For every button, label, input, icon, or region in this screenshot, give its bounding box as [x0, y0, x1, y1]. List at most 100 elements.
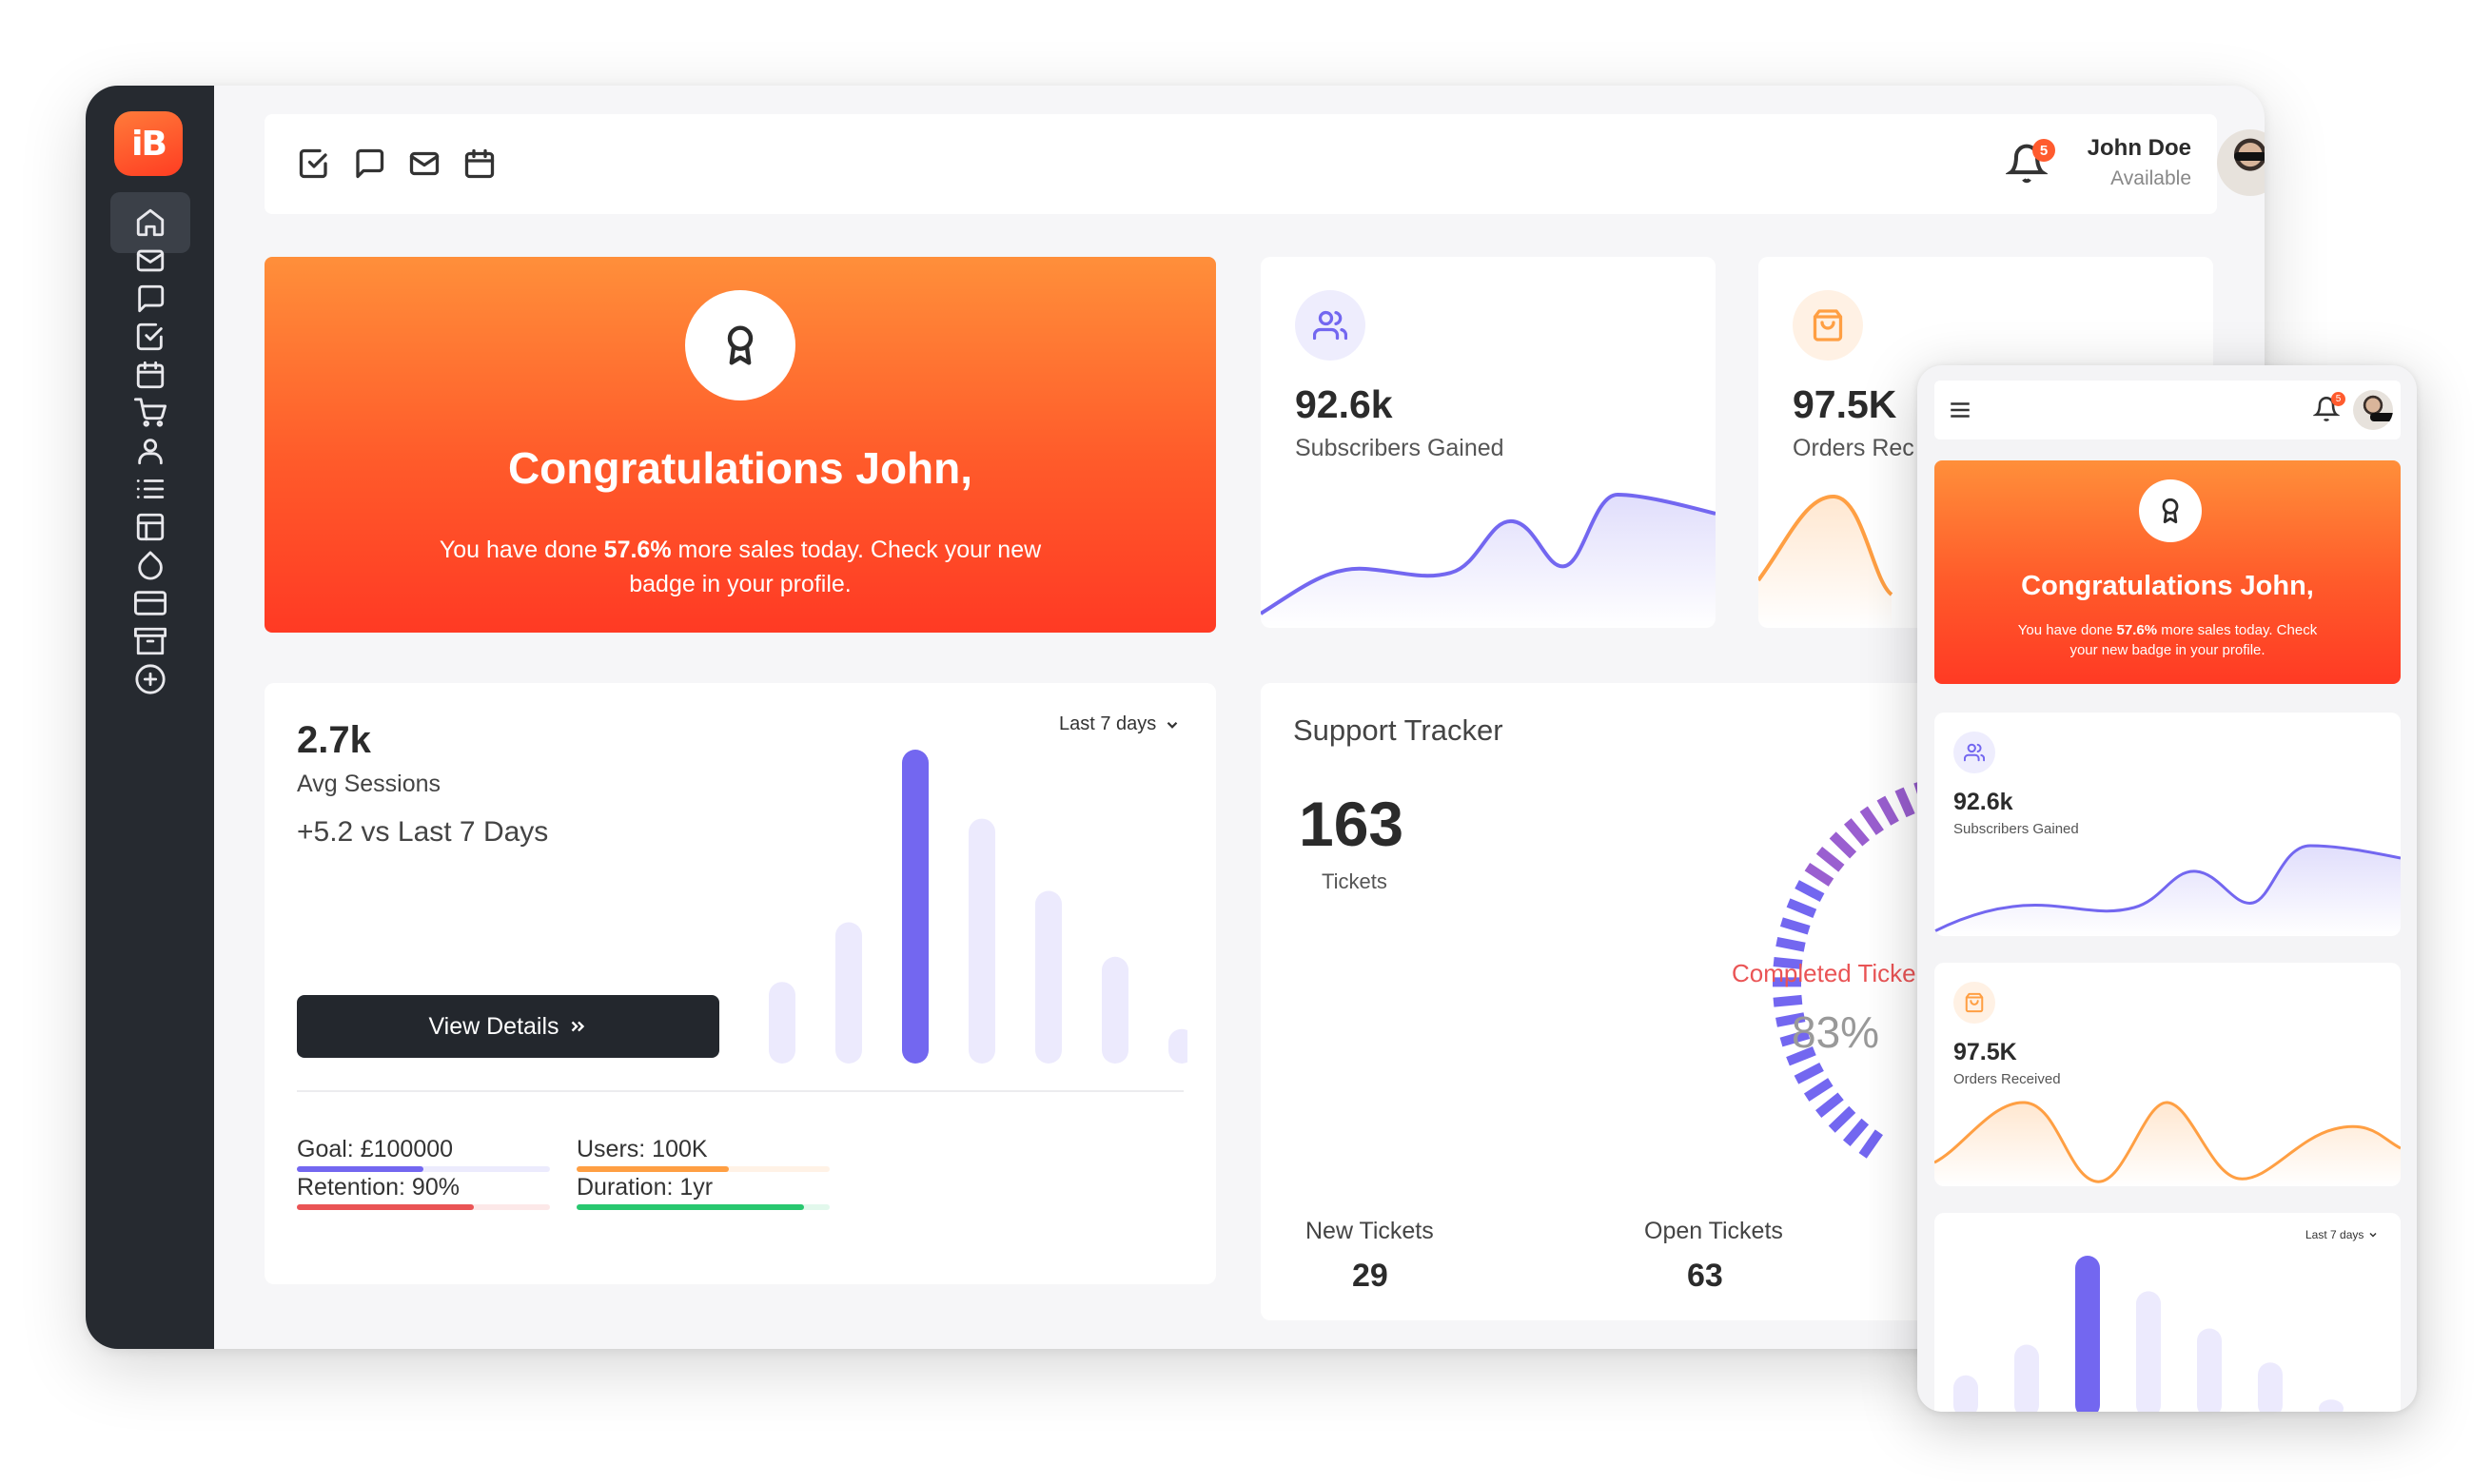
checkbox-icon	[299, 148, 327, 179]
mail-shortcut[interactable]	[407, 146, 441, 181]
mobile-session-bar-2	[2014, 1344, 2039, 1412]
gauge-tick-21	[1859, 806, 1884, 835]
progress-fill-2	[577, 1166, 729, 1172]
mobile-sessions-bar-chart	[1953, 1256, 2344, 1412]
gauge-tick-2	[1842, 1118, 1870, 1147]
mobile-avatar[interactable]	[2353, 390, 2393, 430]
congratulations-card: Congratulations John, You have done 57.6…	[265, 257, 1216, 633]
calendar-shortcut[interactable]	[462, 146, 497, 181]
open-tickets-label: Open Tickets	[1644, 1218, 1783, 1244]
mobile-orders-value: 97.5K	[1953, 1039, 2017, 1065]
users-icon	[1313, 310, 1347, 341]
session-bar-6	[1102, 956, 1128, 1064]
shopping-bag-icon	[1813, 309, 1843, 342]
sidebar-item-add[interactable]	[110, 649, 190, 710]
user-status: Available	[2110, 167, 2191, 189]
chevrons-right-icon	[571, 1021, 584, 1032]
mail-icon	[409, 151, 440, 176]
top-bar: 5 John Doe Available	[265, 114, 2265, 214]
avatar[interactable]	[2217, 129, 2265, 196]
mobile-congratulations-card: Congratulations John, You have done 57.6…	[1934, 460, 2401, 684]
chat-icon	[356, 148, 384, 179]
award-medal	[685, 290, 795, 400]
session-bar-7	[1168, 1028, 1187, 1064]
mobile-notification-badge: 5	[2331, 392, 2345, 406]
plus-circle-icon	[135, 664, 166, 694]
open-tickets-value: 63	[1687, 1258, 1723, 1294]
mobile-notifications-button[interactable]: 5	[2312, 392, 2345, 424]
gauge-tick-19	[1829, 831, 1857, 859]
user-name[interactable]: John Doe	[2077, 135, 2191, 162]
mobile-range-label: Last 7 days	[2305, 1228, 2364, 1241]
subscribers-value: 92.6k	[1295, 382, 1393, 426]
mobile-subscribers-sparkline	[1934, 844, 2401, 936]
mobile-session-bar-5	[2197, 1328, 2222, 1412]
gauge-tick-6	[1794, 1062, 1824, 1084]
orders-value: 97.5K	[1793, 382, 1897, 426]
mobile-subscribers-card: 92.6k Subscribers Gained	[1934, 713, 2401, 936]
tickets-value: 163	[1299, 789, 1404, 859]
shopping-bag-icon	[1965, 992, 1984, 1013]
mobile-congrats-title: Congratulations John,	[2021, 571, 2314, 601]
progress-label-2: Users: 100K	[577, 1136, 708, 1162]
sessions-bar-chart	[769, 750, 1187, 1064]
session-bar-3	[902, 750, 929, 1064]
mobile-session-bar-6	[2258, 1362, 2283, 1412]
completed-label: Completed Ticke	[1732, 959, 1916, 987]
gauge-tick-1	[1858, 1129, 1883, 1159]
subscribers-sparkline	[1261, 492, 1716, 628]
gauge-tick-15	[1786, 898, 1817, 918]
mobile-congrats-message: You have done 57.6% more sales today. Ch…	[2017, 622, 2318, 658]
chat-shortcut[interactable]	[352, 146, 386, 181]
range-dropdown-label: Last 7 days	[1059, 713, 1157, 734]
progress-track-3	[297, 1204, 550, 1210]
congrats-message: You have done 57.6% more sales today. Ch…	[439, 537, 1042, 597]
subscribers-card: 92.6k Subscribers Gained	[1261, 257, 1716, 628]
mobile-orders-card: 97.5K Orders Received	[1934, 963, 2401, 1186]
mobile-session-bar-1	[1953, 1375, 1978, 1412]
session-bar-5	[1035, 890, 1062, 1064]
mobile-subscribers-value: 92.6k	[1953, 789, 2013, 815]
gauge-tick-17	[1804, 863, 1834, 887]
sessions-change: +5.2 vs Last 7 Days	[297, 816, 549, 848]
new-tickets-value: 29	[1352, 1258, 1388, 1294]
congrats-title: Congratulations John,	[507, 443, 973, 493]
award-icon	[2162, 498, 2179, 524]
gauge-tick-13	[1775, 936, 1806, 952]
users-icon	[1964, 743, 1985, 762]
gauge-tick-23	[1894, 787, 1915, 818]
session-bar-2	[835, 922, 862, 1064]
progress-track-4	[577, 1204, 830, 1210]
gauge-tick-14	[1779, 917, 1811, 935]
mobile-subscribers-label: Subscribers Gained	[1953, 821, 2079, 837]
orders-label: Orders Rec	[1793, 435, 1914, 461]
gauge-tick-18	[1815, 847, 1845, 872]
award-icon	[727, 325, 754, 365]
mobile-session-bar-7	[2319, 1399, 2344, 1412]
mobile-award-medal	[2139, 479, 2202, 542]
app-logo[interactable]: iB	[114, 111, 183, 176]
view-details-button[interactable]: View Details	[297, 995, 719, 1058]
progress-label-4: Duration: 1yr	[577, 1174, 714, 1201]
subscribers-label: Subscribers Gained	[1295, 435, 1504, 461]
session-bar-1	[769, 982, 795, 1064]
mobile-orders-icon-wrap	[1953, 982, 1995, 1024]
mobile-orders-label: Orders Received	[1953, 1071, 2061, 1087]
sessions-card: 2.7k Avg Sessions +5.2 vs Last 7 Days La…	[265, 683, 1216, 1284]
todo-shortcut[interactable]	[297, 146, 331, 181]
mobile-subscribers-icon-wrap	[1953, 732, 1995, 773]
progress-track-2	[577, 1166, 830, 1172]
progress-fill-3	[297, 1204, 475, 1210]
notifications-button[interactable]: 5	[2004, 139, 2055, 186]
chevron-down-icon	[2369, 1232, 2377, 1238]
hamburger-icon[interactable]	[1948, 398, 1972, 422]
mobile-range-dropdown[interactable]: Last 7 days	[2305, 1228, 2379, 1241]
gauge-tick-10	[1773, 994, 1803, 1007]
progress-label-3: Retention: 90%	[297, 1174, 460, 1201]
mobile-sessions-card: Last 7 days	[1934, 1213, 2401, 1412]
sidebar: iB	[86, 86, 214, 1349]
divider	[297, 1090, 1184, 1092]
new-tickets-label: New Tickets	[1305, 1218, 1434, 1244]
sales-percentage: 57.6%	[603, 537, 672, 563]
range-dropdown[interactable]: Last 7 days	[1059, 713, 1181, 735]
